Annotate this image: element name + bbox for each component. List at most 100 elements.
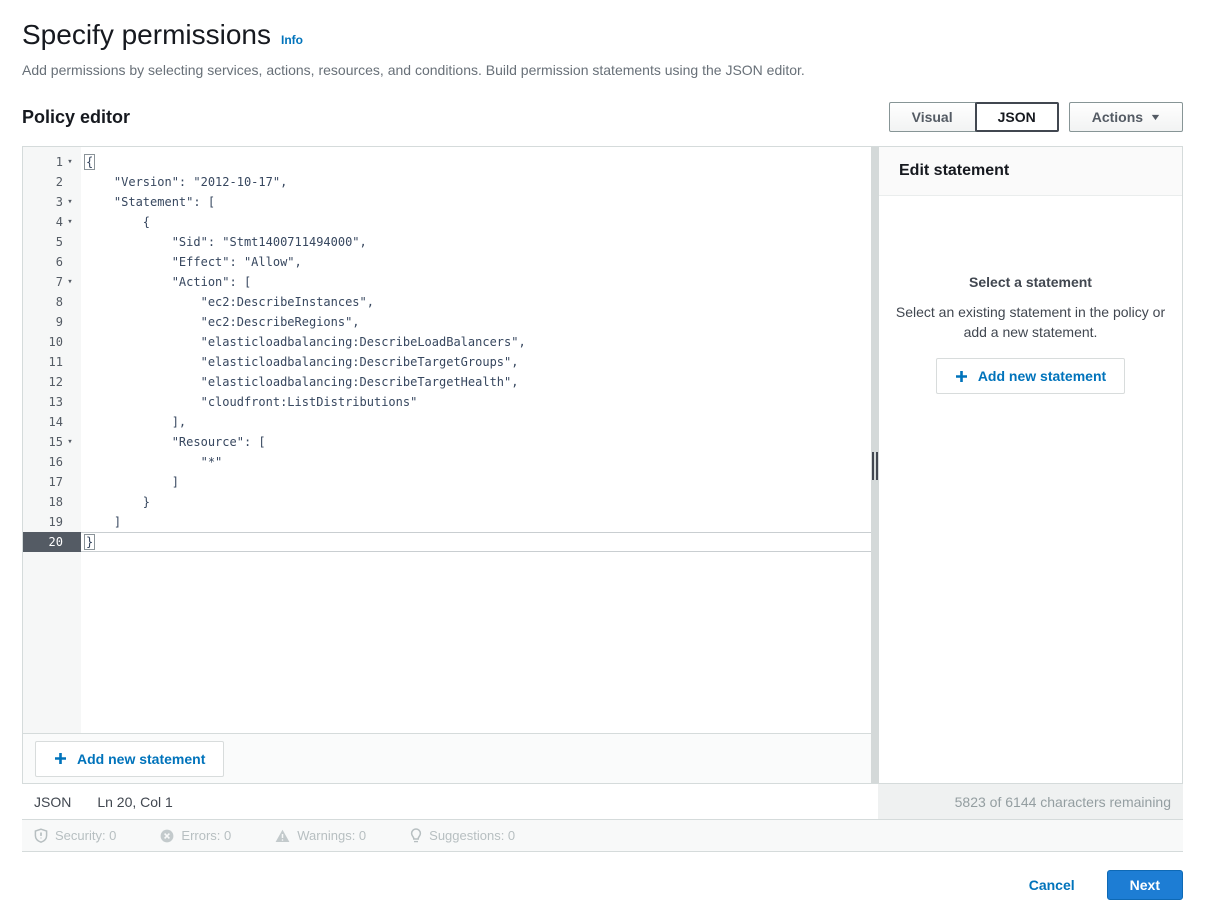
fold-arrow-icon[interactable]: ▾ bbox=[65, 152, 75, 172]
code-line-20[interactable]: 20} bbox=[23, 532, 871, 552]
fold-arrow-icon[interactable]: ▾ bbox=[65, 432, 75, 452]
errors-count-label: Errors: 0 bbox=[181, 828, 231, 843]
line-number-17: 17 bbox=[23, 472, 81, 492]
code-lines: 1▾{2 "Version": "2012-10-17",3▾ "Stateme… bbox=[23, 152, 871, 733]
code-line-15[interactable]: 15▾ "Resource": [ bbox=[23, 432, 871, 452]
line-number-11: 11 bbox=[23, 352, 81, 372]
code-text[interactable]: "Action": [ bbox=[81, 272, 871, 292]
line-number-8: 8 bbox=[23, 292, 81, 312]
line-number-15: 15▾ bbox=[23, 432, 81, 452]
editor-status-bar: JSON Ln 20, Col 1 5823 of 6144 character… bbox=[22, 784, 1183, 820]
json-code-editor[interactable]: 1▾{2 "Version": "2012-10-17",3▾ "Stateme… bbox=[23, 147, 871, 733]
line-number-19: 19 bbox=[23, 512, 81, 532]
code-line-12[interactable]: 12 "elasticloadbalancing:DescribeTargetH… bbox=[23, 372, 871, 392]
page-description: Add permissions by selecting services, a… bbox=[22, 62, 1183, 78]
actions-dropdown-button[interactable]: Actions ▼ bbox=[1069, 102, 1183, 132]
toolbar-buttons: Visual JSON Actions ▼ bbox=[889, 102, 1183, 132]
code-text[interactable]: "ec2:DescribeInstances", bbox=[81, 292, 871, 312]
lightbulb-icon bbox=[410, 828, 422, 843]
code-text[interactable]: "cloudfront:ListDistributions" bbox=[81, 392, 871, 412]
policy-editor-heading: Policy editor bbox=[22, 107, 130, 128]
line-number-13: 13 bbox=[23, 392, 81, 412]
code-text[interactable]: ] bbox=[81, 472, 871, 492]
code-text[interactable]: "Sid": "Stmt1400711494000", bbox=[81, 232, 871, 252]
errors-item: Errors: 0 bbox=[160, 828, 231, 843]
line-number-3: 3▾ bbox=[23, 192, 81, 212]
code-text[interactable]: { bbox=[81, 212, 871, 232]
info-link[interactable]: Info bbox=[281, 33, 303, 47]
error-circle-icon bbox=[160, 829, 174, 843]
add-statement-label: Add new statement bbox=[77, 751, 205, 767]
line-number-1: 1▾ bbox=[23, 152, 81, 172]
code-line-11[interactable]: 11 "elasticloadbalancing:DescribeTargetG… bbox=[23, 352, 871, 372]
add-new-statement-button-panel[interactable]: Add new statement bbox=[936, 358, 1125, 394]
code-line-18[interactable]: 18 } bbox=[23, 492, 871, 512]
edit-statement-title: Edit statement bbox=[899, 162, 1162, 180]
code-text[interactable]: "Resource": [ bbox=[81, 432, 871, 452]
code-line-3[interactable]: 3▾ "Statement": [ bbox=[23, 192, 871, 212]
code-text[interactable]: "*" bbox=[81, 452, 871, 472]
line-number-7: 7▾ bbox=[23, 272, 81, 292]
code-line-10[interactable]: 10 "elasticloadbalancing:DescribeLoadBal… bbox=[23, 332, 871, 352]
line-number-5: 5 bbox=[23, 232, 81, 252]
code-text[interactable]: "ec2:DescribeRegions", bbox=[81, 312, 871, 332]
json-editor-column: 1▾{2 "Version": "2012-10-17",3▾ "Stateme… bbox=[23, 147, 871, 783]
code-text[interactable]: ] bbox=[81, 512, 871, 532]
code-line-19[interactable]: 19 ] bbox=[23, 512, 871, 532]
resize-grip-icon bbox=[872, 452, 878, 480]
editor-mode-label: JSON bbox=[34, 794, 71, 810]
code-line-1[interactable]: 1▾{ bbox=[23, 152, 871, 172]
line-number-20: 20 bbox=[23, 532, 81, 552]
actions-label: Actions bbox=[1092, 109, 1143, 125]
line-number-16: 16 bbox=[23, 452, 81, 472]
warnings-item: Warnings: 0 bbox=[275, 828, 366, 843]
fold-arrow-icon[interactable]: ▾ bbox=[65, 212, 75, 232]
code-text[interactable]: "elasticloadbalancing:DescribeLoadBalanc… bbox=[81, 332, 871, 352]
code-line-14[interactable]: 14 ], bbox=[23, 412, 871, 432]
wizard-footer: Cancel Next bbox=[22, 870, 1183, 900]
code-line-4[interactable]: 4▾ { bbox=[23, 212, 871, 232]
code-line-6[interactable]: 6 "Effect": "Allow", bbox=[23, 252, 871, 272]
code-line-17[interactable]: 17 ] bbox=[23, 472, 871, 492]
code-line-5[interactable]: 5 "Sid": "Stmt1400711494000", bbox=[23, 232, 871, 252]
code-line-2[interactable]: 2 "Version": "2012-10-17", bbox=[23, 172, 871, 192]
code-text[interactable]: "Statement": [ bbox=[81, 192, 871, 212]
code-line-13[interactable]: 13 "cloudfront:ListDistributions" bbox=[23, 392, 871, 412]
visual-toggle-button[interactable]: Visual bbox=[889, 102, 976, 132]
code-text[interactable]: "elasticloadbalancing:DescribeTargetHeal… bbox=[81, 372, 871, 392]
code-text[interactable]: "Effect": "Allow", bbox=[81, 252, 871, 272]
code-text[interactable]: } bbox=[81, 532, 871, 552]
policy-editor-toolbar: Policy editor Visual JSON Actions ▼ bbox=[22, 102, 1183, 132]
plus-icon bbox=[955, 370, 968, 383]
code-text[interactable]: ], bbox=[81, 412, 871, 432]
next-button[interactable]: Next bbox=[1107, 870, 1183, 900]
edit-statement-header: Edit statement bbox=[879, 147, 1182, 196]
code-text[interactable]: "elasticloadbalancing:DescribeTargetGrou… bbox=[81, 352, 871, 372]
code-line-9[interactable]: 9 "ec2:DescribeRegions", bbox=[23, 312, 871, 332]
add-new-statement-button-bottom[interactable]: Add new statement bbox=[35, 741, 224, 777]
panel-resize-divider[interactable] bbox=[871, 147, 879, 783]
code-text[interactable]: "Version": "2012-10-17", bbox=[81, 172, 871, 192]
status-bar-right: 5823 of 6144 characters remaining bbox=[878, 784, 1183, 819]
security-count-label: Security: 0 bbox=[55, 828, 116, 843]
status-bar-left: JSON Ln 20, Col 1 bbox=[22, 784, 878, 819]
fold-arrow-icon[interactable]: ▾ bbox=[65, 192, 75, 212]
suggestions-item: Suggestions: 0 bbox=[410, 828, 515, 843]
code-text[interactable]: } bbox=[81, 492, 871, 512]
code-line-8[interactable]: 8 "ec2:DescribeInstances", bbox=[23, 292, 871, 312]
warnings-count-label: Warnings: 0 bbox=[297, 828, 366, 843]
security-findings-item: Security: 0 bbox=[34, 828, 116, 843]
view-toggle: Visual JSON bbox=[889, 102, 1059, 132]
page-title: Specify permissions bbox=[22, 18, 271, 52]
edit-statement-empty-state: Select a statement Select an existing st… bbox=[879, 196, 1182, 394]
code-line-16[interactable]: 16 "*" bbox=[23, 452, 871, 472]
fold-arrow-icon[interactable]: ▾ bbox=[65, 272, 75, 292]
warning-triangle-icon bbox=[275, 829, 290, 843]
cancel-button[interactable]: Cancel bbox=[1029, 877, 1075, 893]
add-statement-label: Add new statement bbox=[978, 368, 1106, 384]
code-text[interactable]: { bbox=[81, 152, 871, 172]
code-line-7[interactable]: 7▾ "Action": [ bbox=[23, 272, 871, 292]
empty-state-text: Select an existing statement in the poli… bbox=[889, 302, 1172, 342]
json-toggle-button[interactable]: JSON bbox=[975, 102, 1059, 132]
edit-statement-panel: Edit statement Select a statement Select… bbox=[879, 147, 1182, 783]
